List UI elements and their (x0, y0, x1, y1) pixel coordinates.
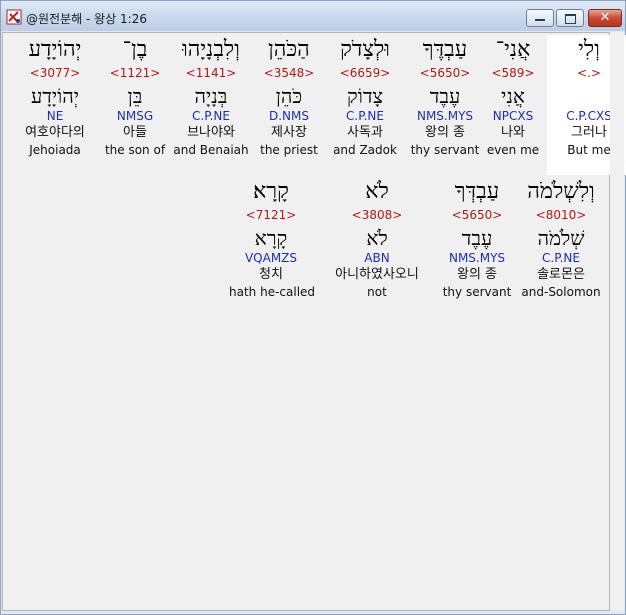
strong-number: <3548> (263, 66, 315, 80)
hebrew-word: יְהוֹיָדָע (28, 37, 82, 62)
word-cell[interactable]: הַכֹּהֵן <3548> כֹּהֵן D.NMS 제사장 the priest (247, 35, 331, 159)
english-gloss: the priest (260, 143, 318, 157)
hebrew-word: לֹא (365, 179, 389, 204)
morphology-code: NE (46, 109, 64, 123)
hebrew-word: עַבְדְּךָ (454, 179, 500, 204)
app-logo-icon (6, 9, 22, 25)
strong-number: <1141> (185, 66, 237, 80)
close-icon: ✕ (599, 10, 611, 25)
korean-gloss: 청치 (259, 267, 283, 282)
english-gloss: and-Solomon (521, 285, 601, 299)
word-cell[interactable]: לֹא <3808> לֹא ABN 아니하였사오니 not (335, 177, 419, 301)
lemma-word: שְׁלֹמֹה (537, 226, 585, 250)
english-gloss: and Benaiah (173, 143, 249, 157)
hebrew-word: קָרָא׃ (253, 179, 289, 204)
word-cell[interactable]: בֶן־ <1121> בֵּן NMSG 아들 the son of (93, 35, 177, 159)
word-cell[interactable]: קָרָא׃ <7121> קָרָא VQAMZS 청치 hath he-called (229, 177, 316, 301)
morphology-code: ABN (364, 251, 390, 265)
interlinear-panel: וְלִי <.> C.P.CXS 그러나 But me אֲנִי־ <589> אֲנִי… (2, 32, 626, 611)
morphology-code: VQAMZS (244, 251, 298, 265)
lemma-word: יְהוֹיָדָע (30, 84, 80, 108)
lemma-word: בֵּן (127, 84, 143, 108)
hebrew-word: עַבְדֶּךָ (422, 37, 468, 62)
maximize-button[interactable] (556, 9, 584, 27)
korean-gloss: 사독과 (347, 125, 383, 140)
morphology-code: D.NMS (268, 109, 309, 123)
english-gloss: the son of (104, 143, 166, 157)
lemma-word: עֶבֶד (461, 226, 493, 250)
strong-number: <8010> (535, 208, 587, 222)
korean-gloss: 아들 (123, 125, 147, 140)
word-cell[interactable]: יְהוֹיָדָע <3077> יְהוֹיָדָע NE 여호야다의 Jehoiad… (13, 35, 97, 159)
strong-number: <5650> (419, 66, 471, 80)
title-bar[interactable]: @원전분해 - 왕상 1:26 ✕ (1, 1, 625, 31)
scrollbar-area[interactable] (610, 32, 624, 611)
hebrew-word: וּלְצָדֹק (340, 37, 390, 62)
strong-number: <3808> (351, 208, 403, 222)
korean-gloss: 제사장 (271, 125, 307, 140)
morphology-code: C.P.NE (192, 109, 230, 123)
english-gloss: thy servant (410, 143, 480, 157)
morphology-code: C.P.NE (542, 251, 580, 265)
english-gloss: not (367, 285, 387, 299)
korean-gloss: 왕의 종 (456, 267, 497, 282)
word-cell[interactable]: עַבְדְּךָ <5650> עֶבֶד NMS.MYS 왕의 종 thy serva… (435, 177, 519, 301)
korean-gloss: 왕의 종 (424, 125, 465, 140)
maximize-icon (565, 14, 576, 24)
strong-number: <6659> (339, 66, 391, 80)
word-cell[interactable]: וְלִשְׁלֹמֹה <8010> שְׁלֹמֹה C.P.NE 솔로몬은 and-… (519, 177, 603, 301)
morphology-code: NMSG (116, 109, 154, 123)
english-gloss: and Zadok (333, 143, 397, 157)
hebrew-word: בֶן־ (122, 37, 148, 62)
morphology-code: C.P.NE (346, 109, 384, 123)
morphology-code: NMS.MYS (448, 251, 506, 265)
close-button[interactable]: ✕ (588, 9, 622, 27)
strong-number: <1121> (109, 66, 161, 80)
minimize-button[interactable] (526, 9, 554, 27)
minimize-icon (535, 19, 545, 21)
english-gloss: Jehoiada (29, 143, 81, 157)
strong-number: <7121> (245, 208, 297, 222)
word-cell[interactable]: וְלִבְנָיָהוּ <1141> בְּנָיָה C.P.NE 브나야와 and… (169, 35, 253, 159)
korean-gloss: 여호야다의 (25, 125, 85, 140)
window-title: @원전분해 - 왕상 1:26 (26, 12, 147, 26)
english-gloss: thy servant (442, 285, 512, 299)
hebrew-word: וְלִשְׁלֹמֹה (527, 179, 595, 204)
hebrew-word: וְלִבְנָיָהוּ (182, 37, 240, 62)
lemma-word: עֶבֶד (429, 84, 461, 108)
morphology-code: NMS.MYS (416, 109, 474, 123)
english-gloss: hath he-called (229, 285, 316, 299)
word-cell[interactable]: וּלְצָדֹק <6659> צָדוֹק C.P.NE 사독과 and Zadok (323, 35, 407, 159)
korean-gloss: 솔로몬은 (537, 267, 585, 282)
korean-gloss: 브나야와 (187, 125, 235, 140)
word-cell[interactable]: עַבְדֶּךָ <5650> עֶבֶד NMS.MYS 왕의 종 thy serva… (403, 35, 487, 159)
strong-number: <5650> (451, 208, 503, 222)
hebrew-word: הַכֹּהֵן (268, 37, 310, 62)
lemma-word: לֹא (366, 226, 388, 250)
lemma-word: כֹּהֵן (275, 84, 303, 108)
lemma-word: בְּנָיָה (194, 84, 228, 108)
lemma-word: צָדוֹק (347, 84, 383, 108)
strong-number: <3077> (29, 66, 81, 80)
korean-gloss: 아니하였사오니 (335, 267, 419, 282)
lemma-word: קָרָא (254, 226, 288, 250)
